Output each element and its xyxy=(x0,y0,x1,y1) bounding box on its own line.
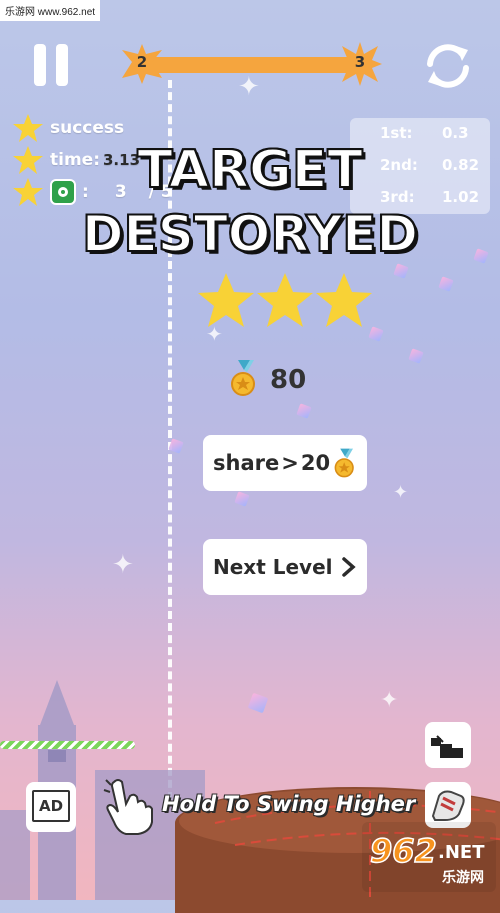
tap-hand-icon xyxy=(103,779,153,835)
sparkle-icon: ✦ xyxy=(238,72,260,102)
leaderboard-button[interactable] xyxy=(425,722,471,768)
rating-star-1 xyxy=(198,273,254,327)
restart-button[interactable] xyxy=(420,38,476,94)
sparkle-icon: ✦ xyxy=(380,688,399,713)
medal-coin-icon xyxy=(231,360,255,396)
title-line-1: TARGET xyxy=(136,139,363,201)
gem-icon xyxy=(296,403,312,419)
chevron-right-icon xyxy=(341,557,356,577)
gem-icon xyxy=(408,348,424,364)
svg-text:.NET: .NET xyxy=(438,842,485,863)
ad-label: AD xyxy=(32,790,70,822)
rating-star-3 xyxy=(316,273,372,327)
pause-icon xyxy=(34,44,46,86)
share-button[interactable]: share > 20 xyxy=(203,435,367,491)
medal-coin-icon xyxy=(334,448,354,478)
current-level-badge: 2 xyxy=(118,40,166,88)
restart-icon xyxy=(427,44,469,88)
next-level-label: Next Level xyxy=(213,555,333,579)
coin-amount: 80 xyxy=(270,365,307,395)
gem-icon xyxy=(438,276,454,292)
title-line-2: DESTORYED xyxy=(81,204,419,264)
sparkle-icon: ✦ xyxy=(112,550,134,580)
pause-button[interactable] xyxy=(30,40,74,90)
ad-button[interactable]: AD xyxy=(26,782,76,832)
share-reward: 20 xyxy=(300,451,331,475)
game-screen: { "watermark_top": "乐游网 www.962.net", "p… xyxy=(0,0,500,913)
swing-rope xyxy=(0,741,135,749)
next-level-badge: 3 xyxy=(336,40,384,88)
podium-icon xyxy=(431,735,463,758)
next-level-button[interactable]: Next Level xyxy=(203,539,367,595)
svg-text:962: 962 xyxy=(370,832,437,870)
sparkle-icon: ✦ xyxy=(393,482,409,503)
svg-text:乐游网: 乐游网 xyxy=(442,869,484,886)
share-label: share xyxy=(213,451,280,475)
level-progress-bar xyxy=(150,57,350,73)
watermark-top: 乐游网 www.962.net xyxy=(0,0,101,21)
rating-star-2 xyxy=(257,273,313,327)
result-label: success xyxy=(50,118,125,138)
swing-hint: Hold To Swing Higher xyxy=(162,792,416,816)
gem-icon xyxy=(393,263,409,279)
gem-icon xyxy=(247,692,269,714)
gem-icon xyxy=(234,491,250,507)
chevron-right-icon: > xyxy=(281,451,299,475)
watermark-logo: 962 .NET 乐游网 xyxy=(362,822,496,892)
